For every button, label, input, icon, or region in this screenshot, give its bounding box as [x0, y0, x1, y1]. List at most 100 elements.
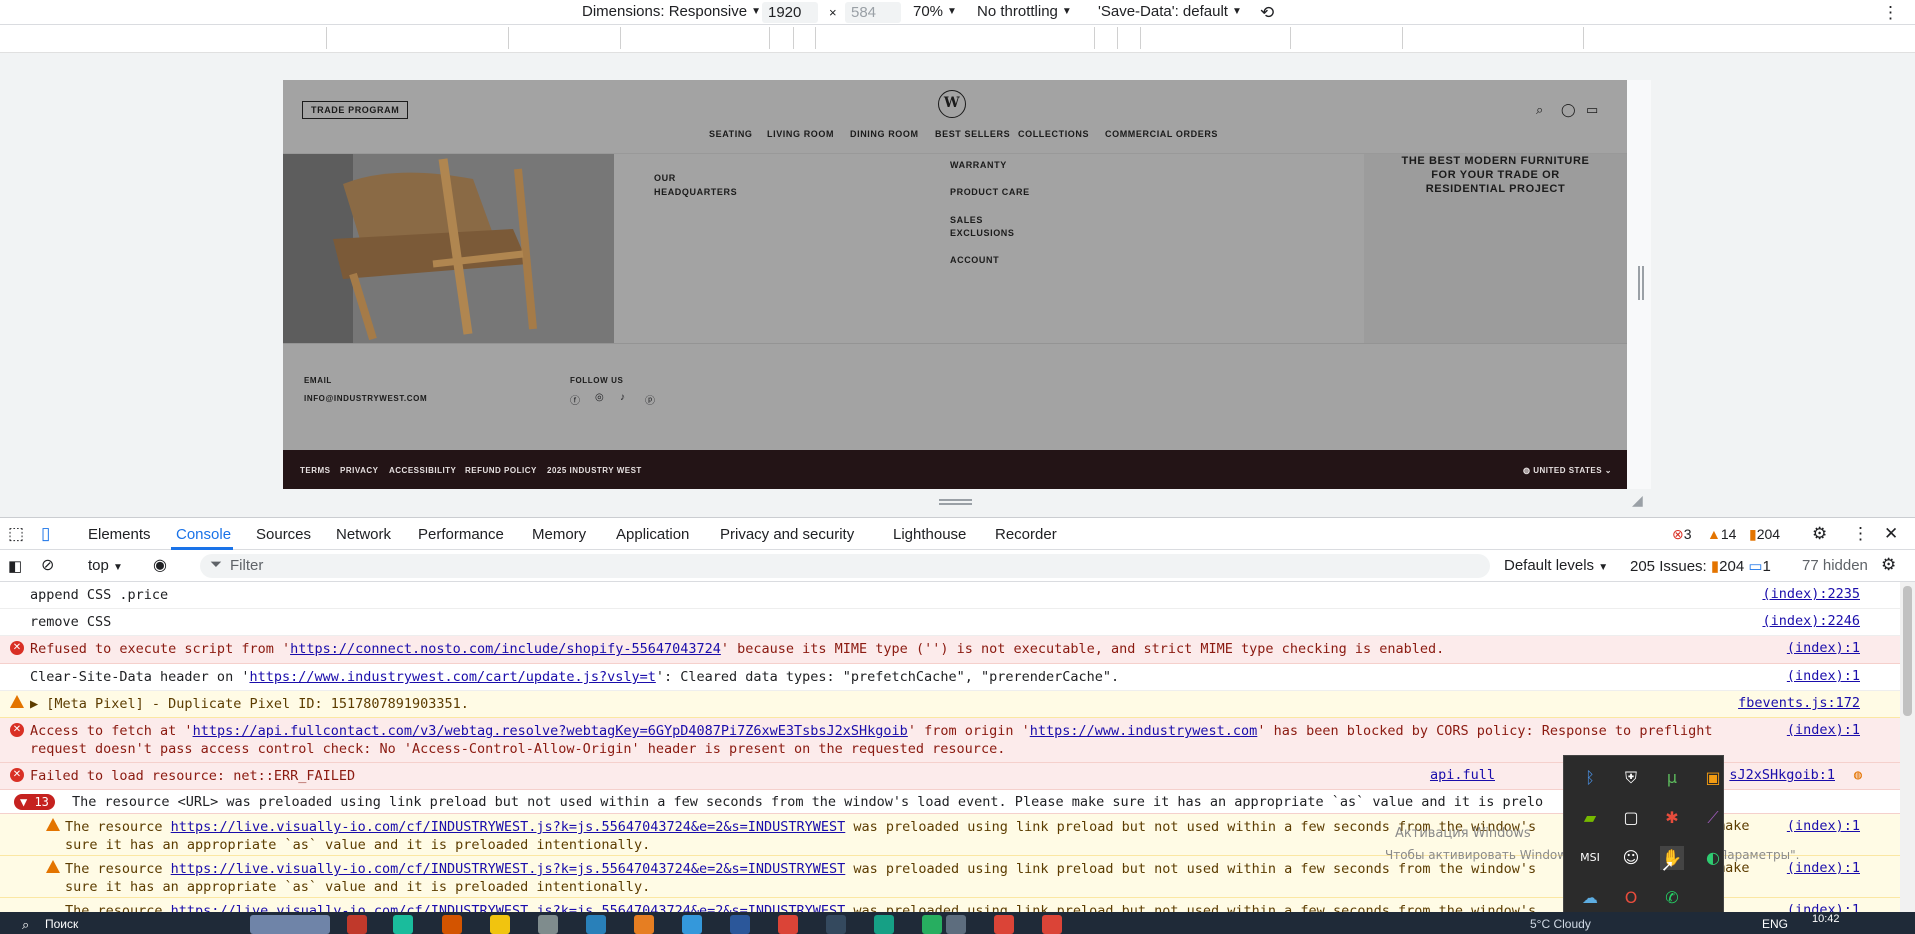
footer-link-product-care[interactable]: PRODUCT CARE: [950, 185, 1030, 199]
taskbar-app-icon[interactable]: [538, 915, 558, 934]
source-link[interactable]: (index):1: [1787, 722, 1860, 738]
taskbar-app-icon[interactable]: [634, 915, 654, 934]
tab-performance[interactable]: Performance: [418, 526, 504, 543]
clock[interactable]: 10:42: [1812, 913, 1840, 925]
source-link[interactable]: (index):1: [1787, 640, 1860, 656]
bluetooth-icon[interactable]: ᛒ: [1578, 766, 1602, 790]
log-levels-dropdown[interactable]: Default levels ▼: [1504, 557, 1608, 574]
camera-icon[interactable]: ▢: [1619, 806, 1643, 830]
email-link[interactable]: INFO@INDUSTRYWEST.COM: [304, 394, 427, 403]
trade-program-button[interactable]: TRADE PROGRAM: [302, 101, 409, 119]
brand-logo[interactable]: W: [938, 90, 966, 118]
url-link[interactable]: https://live.visually-io.com/cf/INDUSTRY…: [171, 903, 846, 912]
refund-policy-link[interactable]: REFUND POLICY: [465, 466, 537, 475]
tab-privacy-security[interactable]: Privacy and security: [720, 526, 854, 543]
footer-link-account[interactable]: ACCOUNT: [950, 253, 999, 267]
accessibility-link[interactable]: ACCESSIBILITY: [389, 466, 456, 475]
network-request-icon[interactable]: ◍: [1854, 767, 1862, 783]
tab-sources[interactable]: Sources: [256, 526, 311, 543]
privacy-link[interactable]: PRIVACY: [340, 466, 378, 475]
tab-recorder[interactable]: Recorder: [995, 526, 1057, 543]
nav-item-living-room[interactable]: LIVING ROOM: [767, 129, 834, 139]
dimensions-dropdown[interactable]: Dimensions: Responsive ▼: [582, 3, 761, 20]
context-selector[interactable]: top ▼: [88, 557, 123, 574]
warning-count-badge[interactable]: ▲14: [1707, 526, 1736, 542]
source-link[interactable]: fbevents.js:172: [1738, 695, 1860, 711]
source-link[interactable]: (index):1: [1787, 818, 1860, 834]
footer-link-our[interactable]: OUR: [654, 171, 676, 185]
source-link[interactable]: (index):1: [1787, 668, 1860, 684]
close-icon[interactable]: ✕: [1884, 524, 1898, 544]
source-link[interactable]: (index):1: [1787, 860, 1860, 876]
nav-item-dining-room[interactable]: DINING ROOM: [850, 129, 919, 139]
scrollbar-thumb[interactable]: [1903, 586, 1912, 716]
source-link-tail[interactable]: sJ2xSHkgoib:1: [1729, 767, 1835, 783]
file-explorer-icon[interactable]: [490, 915, 510, 934]
country-selector[interactable]: ◍ UNITED STATES ⌄: [1523, 466, 1612, 475]
info-count-badge[interactable]: ▮204: [1749, 526, 1780, 543]
issues-button[interactable]: 205 Issues: ▮204 ▭1: [1630, 557, 1771, 575]
chrome-icon[interactable]: [994, 915, 1014, 934]
tab-application[interactable]: Application: [616, 526, 689, 543]
chrome-icon[interactable]: [778, 915, 798, 934]
whatsapp-icon[interactable]: ✆: [1660, 886, 1684, 910]
taskbar-app-icon[interactable]: [347, 915, 367, 934]
tab-network[interactable]: Network: [336, 526, 391, 543]
resize-handle-bottom[interactable]: [939, 499, 972, 505]
tab-lighthouse[interactable]: Lighthouse: [893, 526, 966, 543]
device-viewport[interactable]: TRADE PROGRAM W SEATING LIVING ROOM DINI…: [283, 80, 1627, 489]
taskbar-app-icon[interactable]: [393, 915, 413, 934]
tab-elements[interactable]: Elements: [88, 526, 151, 543]
cloud-icon[interactable]: ☁: [1578, 886, 1602, 910]
url-link[interactable]: https://live.visually-io.com/cf/INDUSTRY…: [171, 819, 846, 835]
tab-console[interactable]: Console: [176, 526, 231, 543]
app-icon[interactable]: ▣: [1701, 766, 1725, 790]
footer-link-sales[interactable]: SALES: [950, 213, 983, 227]
footer-link-headquarters[interactable]: HEADQUARTERS: [654, 185, 737, 199]
nav-item-seating[interactable]: SEATING: [709, 129, 753, 139]
nvidia-icon[interactable]: ▰: [1578, 806, 1602, 830]
cart-icon[interactable]: ▭: [1586, 102, 1598, 118]
security-shield-icon[interactable]: ⛨: [1619, 766, 1643, 790]
error-count-badge[interactable]: ⊗3: [1672, 526, 1692, 543]
source-link[interactable]: (index):2235: [1762, 586, 1860, 602]
filter-input[interactable]: Filter: [200, 554, 1490, 578]
weather-widget[interactable]: 5°C Cloudy: [1530, 917, 1591, 931]
tab-memory[interactable]: Memory: [532, 526, 586, 543]
footer-link-warranty[interactable]: WARRANTY: [950, 158, 1007, 172]
nav-item-best-sellers[interactable]: BEST SELLERS: [935, 129, 1010, 139]
account-icon[interactable]: ◯: [1561, 102, 1576, 118]
app-icon[interactable]: ✱: [1660, 806, 1684, 830]
zoom-dropdown[interactable]: 70% ▼: [913, 3, 957, 20]
clear-console-icon[interactable]: ⊘: [41, 555, 54, 575]
nav-item-collections[interactable]: COLLECTIONS: [1018, 129, 1089, 139]
nav-item-commercial-orders[interactable]: COMMERCIAL ORDERS: [1105, 129, 1218, 139]
msi-icon[interactable]: MSI: [1578, 846, 1602, 870]
resize-corner-icon[interactable]: ◢: [1632, 492, 1643, 509]
chrome-icon[interactable]: [1042, 915, 1062, 934]
console-settings-gear-icon[interactable]: ⚙: [1881, 555, 1896, 575]
url-link[interactable]: https://connect.nosto.com/include/shopif…: [290, 641, 721, 657]
feather-icon[interactable]: ⟋: [1701, 806, 1725, 830]
pinterest-icon[interactable]: ⓟ: [645, 392, 655, 407]
taskbar-app-icon[interactable]: [946, 915, 966, 934]
taskbar-app-icon[interactable]: [682, 915, 702, 934]
terms-link[interactable]: TERMS: [300, 466, 331, 475]
save-data-dropdown[interactable]: 'Save-Data': default ▼: [1098, 3, 1242, 20]
more-options-icon[interactable]: ⋮: [1882, 3, 1899, 23]
console-warning[interactable]: ▶ [Meta Pixel] - Duplicate Pixel ID: 151…: [0, 691, 1900, 718]
inspect-element-icon[interactable]: ⬚: [8, 524, 24, 544]
language-indicator[interactable]: ENG: [1762, 917, 1788, 931]
console-scrollbar[interactable]: [1900, 582, 1915, 912]
width-input[interactable]: 1920: [762, 2, 818, 23]
more-options-icon[interactable]: ⋮: [1852, 524, 1869, 544]
search-icon[interactable]: ⌕: [22, 917, 29, 933]
app-icon[interactable]: ◐: [1701, 846, 1725, 870]
settings-gear-icon[interactable]: ⚙: [1812, 524, 1827, 544]
throttling-dropdown[interactable]: No throttling ▼: [977, 3, 1072, 20]
url-link[interactable]: https://www.industrywest.com: [1030, 723, 1258, 739]
source-link[interactable]: (index):2246: [1762, 613, 1860, 629]
source-link[interactable]: (index):1: [1787, 902, 1860, 912]
url-link[interactable]: https://api.fullcontact.com/v3/webtag.re…: [193, 723, 908, 739]
device-toolbar-icon[interactable]: ▯: [41, 524, 50, 544]
